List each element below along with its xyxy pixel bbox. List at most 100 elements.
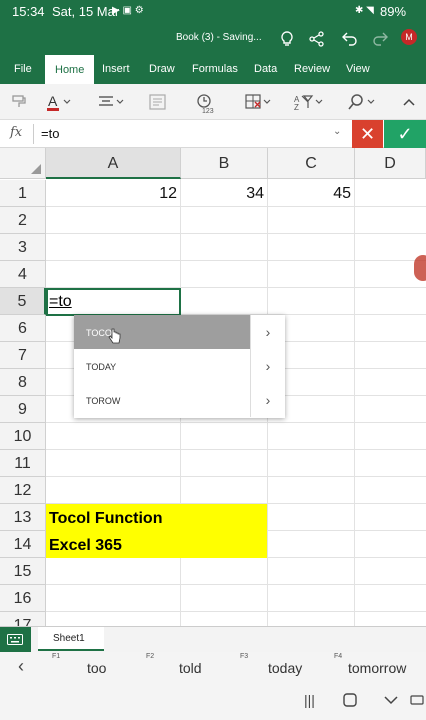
wrap-icon[interactable] [148, 92, 168, 112]
keyboard-icon[interactable] [0, 627, 31, 653]
search-icon[interactable] [346, 92, 376, 112]
function-key-label: F4 [334, 653, 343, 660]
row-header[interactable]: 15 [0, 558, 46, 585]
undo-icon[interactable] [338, 28, 360, 50]
autocomplete-item-torow[interactable]: TOROW › [74, 383, 285, 417]
row-header[interactable]: 8 [0, 369, 46, 396]
autocomplete-item-today[interactable]: TODAY › [74, 349, 285, 383]
row-header[interactable]: 11 [0, 450, 46, 477]
function-key-label: F3 [240, 653, 249, 660]
cell-a13[interactable]: Tocol Function [49, 505, 162, 532]
chevron-down-icon[interactable]: ⌄ [333, 126, 341, 137]
row-header[interactable]: 5 [0, 288, 46, 315]
font-color-icon[interactable]: A [44, 92, 72, 112]
hand-cursor-icon [108, 328, 121, 344]
row-header[interactable]: 14 [0, 531, 46, 558]
keyboard-suggestion-bar: ‹ F1 too F2 told F3 today F4 tomorrow [0, 652, 426, 682]
row-header[interactable]: 10 [0, 423, 46, 450]
avatar[interactable]: M [401, 29, 417, 45]
svg-text:A: A [48, 93, 58, 109]
tab-home-label: Home [55, 64, 85, 76]
redo-icon[interactable] [370, 28, 392, 50]
recent-apps-icon[interactable]: ||| [304, 692, 315, 708]
row-gridline [46, 260, 426, 261]
cell-a14[interactable]: Excel 365 [49, 532, 122, 559]
row-header[interactable]: 13 [0, 504, 46, 531]
chevron-right-icon[interactable]: › [250, 315, 285, 349]
back-chevron-down-icon[interactable] [384, 695, 398, 705]
row-header[interactable]: 4 [0, 261, 46, 288]
row-gridline [46, 233, 426, 234]
row-gridline [46, 449, 426, 450]
divider [33, 124, 34, 144]
system-navigation-bar: ||| [0, 682, 426, 720]
column-header-d[interactable]: D [355, 148, 426, 179]
formula-input[interactable]: =to [41, 126, 59, 141]
active-cell-a5[interactable]: =to [46, 288, 181, 316]
suggestion-told[interactable]: told [179, 660, 202, 676]
row-header[interactable]: 16 [0, 585, 46, 612]
fx-label: fx [10, 125, 23, 140]
svg-text:Z: Z [294, 103, 299, 112]
row-header[interactable]: 1 [0, 180, 46, 207]
battery-level: 89% [380, 4, 407, 19]
autocomplete-item-tocol[interactable]: TOCOL › [74, 315, 285, 349]
cell-a1[interactable]: 12 [46, 180, 177, 207]
sort-filter-icon[interactable]: AZ [292, 92, 324, 112]
sheet-tab-label: Sheet1 [53, 633, 85, 644]
tab-file[interactable]: File [14, 63, 32, 75]
chevron-right-icon[interactable]: › [250, 383, 285, 417]
tab-insert[interactable]: Insert [102, 63, 130, 75]
row-header[interactable]: 12 [0, 477, 46, 504]
column-header-a[interactable]: A [46, 148, 181, 179]
scroll-handle[interactable] [414, 255, 426, 281]
suggestion-tomorrow[interactable]: tomorrow [348, 660, 406, 676]
signal-icons: ✱ ◥ [355, 5, 374, 16]
row-gridline [46, 584, 426, 585]
collapse-icon[interactable] [402, 96, 416, 108]
number-format-icon[interactable]: 123 [195, 92, 217, 114]
tab-formulas[interactable]: Formulas [192, 63, 238, 75]
row-header[interactable]: 17 [0, 612, 46, 626]
cell-c1[interactable]: 45 [268, 180, 351, 207]
row-header[interactable]: 6 [0, 315, 46, 342]
status-time: 15:34 [12, 4, 45, 19]
column-header-c[interactable]: C [268, 148, 355, 179]
tab-review[interactable]: Review [294, 63, 330, 75]
row-gridline [46, 476, 426, 477]
document-title: Book (3) - Saving... [176, 32, 262, 43]
ribbon-toolbar: A 123 AZ [0, 84, 426, 120]
select-all-corner[interactable] [0, 148, 46, 179]
confirm-button[interactable]: ✓ [384, 120, 426, 148]
column-gridline [354, 179, 355, 626]
row-header[interactable]: 3 [0, 234, 46, 261]
lightbulb-icon[interactable] [276, 28, 298, 50]
clear-icon[interactable] [244, 92, 272, 112]
share-icon[interactable] [306, 28, 328, 50]
row-header[interactable]: 7 [0, 342, 46, 369]
column-header-b[interactable]: B [181, 148, 268, 179]
row-gridline [46, 611, 426, 612]
sheet-tab-bar: Sheet1 [0, 626, 426, 653]
format-painter-icon[interactable] [10, 92, 30, 112]
title-bar: Book (3) - Saving... M [0, 24, 426, 54]
align-icon[interactable] [97, 92, 125, 112]
autocomplete-label: TOROW [86, 396, 121, 406]
chevron-right-icon[interactable]: › [250, 349, 285, 383]
suggestion-too[interactable]: too [87, 660, 106, 676]
cancel-button[interactable]: ✕ [352, 120, 383, 148]
keyboard-switch-icon[interactable] [410, 693, 424, 707]
formula-bar: fx =to ⌄ ✕ ✓ [0, 120, 426, 148]
tab-view[interactable]: View [346, 63, 370, 75]
home-icon[interactable] [343, 693, 357, 707]
tab-data[interactable]: Data [254, 63, 277, 75]
suggestion-today[interactable]: today [268, 660, 302, 676]
sheet-tab-sheet1[interactable]: Sheet1 [38, 627, 104, 651]
row-header[interactable]: 9 [0, 396, 46, 423]
function-autocomplete-list: TOCOL › TODAY › TOROW › [74, 315, 285, 418]
tab-home[interactable]: Home [45, 55, 94, 84]
row-header[interactable]: 2 [0, 207, 46, 234]
cell-b1[interactable]: 34 [181, 180, 264, 207]
chevron-left-icon[interactable]: ‹ [18, 656, 24, 677]
tab-draw[interactable]: Draw [149, 63, 175, 75]
